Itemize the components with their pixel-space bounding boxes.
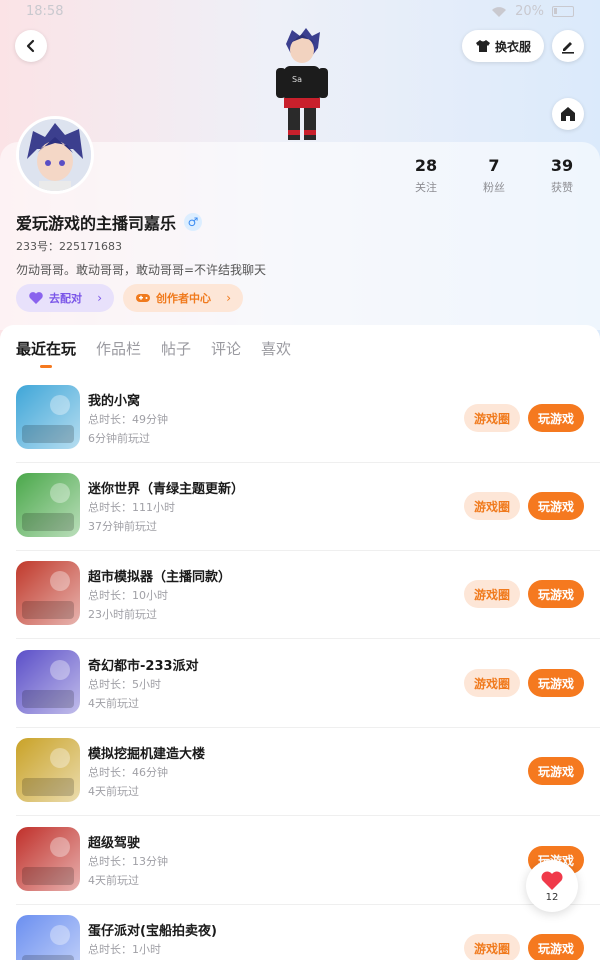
game-icon[interactable] <box>16 650 80 714</box>
play-game-button[interactable]: 玩游戏 <box>528 934 584 960</box>
game-duration: 总时长：5小时 <box>88 678 161 691</box>
battery-icon <box>552 6 574 17</box>
user-bio: 勿动哥哥。敢动哥哥，敢动哥哥=不许结我聊天 <box>16 263 267 277</box>
row-divider <box>16 815 600 816</box>
game-row[interactable]: 我的小窝总时长：49分钟 6分钟前玩过 游戏圈 玩游戏 <box>0 375 600 463</box>
status-right: 20% <box>491 4 574 19</box>
home-button[interactable] <box>552 98 584 130</box>
back-arrow-icon <box>26 39 35 53</box>
game-row[interactable]: 超市模拟器（主播同款） 总时长：10小时 23小时前玩过 游戏圈 玩游戏 <box>0 551 600 639</box>
game-row[interactable]: 超级驾驶总时长：13分钟4天前玩过玩游戏 <box>0 817 600 905</box>
username-text: 爱玩游戏的主播司嘉乐 <box>16 214 177 233</box>
row-divider <box>16 638 600 639</box>
tab-comments[interactable]: 评论 <box>211 338 241 359</box>
active-tab-indicator <box>40 365 52 368</box>
play-game-button[interactable]: 玩游戏 <box>528 492 584 520</box>
avatar-portrait-icon <box>19 119 91 191</box>
avatar-3d-figure[interactable]: Sa <box>262 26 342 144</box>
game-icon[interactable] <box>16 561 80 625</box>
stat-following[interactable]: 28 关注 <box>396 156 456 195</box>
play-game-button[interactable]: 玩游戏 <box>528 404 584 432</box>
game-title[interactable]: 模拟挖掘机建造大楼 <box>88 743 205 762</box>
male-gender-icon: ♂ <box>184 213 203 231</box>
game-icon[interactable] <box>16 473 80 537</box>
wifi-icon <box>492 6 507 17</box>
game-icon[interactable] <box>16 738 80 802</box>
chevron-right-icon: › <box>97 291 102 305</box>
game-icon[interactable] <box>16 827 80 891</box>
edit-profile-button[interactable] <box>552 30 584 62</box>
match-label: 去配对 <box>49 292 82 305</box>
shirt-icon <box>475 40 490 52</box>
game-last-played: 6分钟前玩过 <box>88 432 150 445</box>
like-count: 12 <box>545 891 559 903</box>
game-row[interactable]: 迷你世界（青绿主题更新） 总时长：111小时 37分钟前玩过 游戏圈 玩游戏 <box>0 463 600 551</box>
status-time: 18:58 <box>26 4 64 19</box>
game-title[interactable]: 超级驾驶 <box>88 832 140 851</box>
game-title[interactable]: 蛋仔派对(宝船拍卖夜) <box>88 920 217 939</box>
game-title[interactable]: 奇幻都市-233派对 <box>88 655 199 674</box>
stat-likes-label: 获赞 <box>551 181 573 194</box>
game-icon[interactable] <box>16 915 80 960</box>
status-bar: 18:58 20% <box>0 0 600 26</box>
back-button[interactable] <box>15 30 47 62</box>
tab-likes[interactable]: 喜欢 <box>261 338 291 359</box>
stat-likes[interactable]: 39 获赞 <box>532 156 592 195</box>
game-last-played: 37分钟前玩过 <box>88 520 157 533</box>
stat-following-value: 28 <box>414 156 438 175</box>
game-row[interactable]: 蛋仔派对(宝船拍卖夜) 总时长：1小时 游戏圈 玩游戏 <box>0 905 600 960</box>
game-icon[interactable] <box>16 385 80 449</box>
game-circle-button[interactable]: 游戏圈 <box>464 669 520 697</box>
creator-center-label: 创作者中心 <box>156 292 211 305</box>
tab-recently-played[interactable]: 最近在玩 <box>16 338 76 359</box>
game-last-played: 23小时前玩过 <box>88 608 157 621</box>
svg-text:Sa: Sa <box>292 75 302 84</box>
game-circle-button[interactable]: 游戏圈 <box>464 580 520 608</box>
game-title[interactable]: 迷你世界（青绿主题更新） <box>88 478 244 497</box>
chevron-right-icon: › <box>226 291 231 305</box>
game-duration: 总时长：46分钟 <box>88 766 168 779</box>
match-button[interactable]: 去配对 › <box>16 284 114 312</box>
gamepad-icon <box>136 294 150 302</box>
game-duration: 总时长：1小时 <box>88 943 161 956</box>
battery-percent: 20% <box>515 4 544 19</box>
floating-like-button[interactable]: 12 <box>526 860 578 912</box>
play-game-button[interactable]: 玩游戏 <box>528 757 584 785</box>
content-tabs: 最近在玩 作品栏 帖子 评论 喜欢 <box>0 325 600 375</box>
game-title[interactable]: 我的小窝 <box>88 390 140 409</box>
stat-following-label: 关注 <box>415 181 437 194</box>
username: 爱玩游戏的主播司嘉乐 ♂ <box>16 210 203 234</box>
creator-center-button[interactable]: 创作者中心 › <box>123 284 243 312</box>
game-duration: 总时长：111小时 <box>88 501 175 514</box>
change-outfit-label: 换衣服 <box>494 39 531 54</box>
game-duration: 总时长：13分钟 <box>88 855 168 868</box>
heart-icon <box>29 292 43 304</box>
game-row[interactable]: 奇幻都市-233派对总时长：5小时 4天前玩过 游戏圈 玩游戏 <box>0 640 600 728</box>
home-icon <box>561 107 575 121</box>
heart-icon <box>541 870 563 890</box>
game-circle-button[interactable]: 游戏圈 <box>464 492 520 520</box>
stat-fans-label: 粉丝 <box>483 181 505 194</box>
game-duration: 总时长：10小时 <box>88 589 168 602</box>
change-outfit-button[interactable]: 换衣服 <box>462 30 544 62</box>
game-last-played: 4天前玩过 <box>88 785 139 798</box>
stat-fans-value: 7 <box>488 156 500 175</box>
tab-works[interactable]: 作品栏 <box>96 338 141 359</box>
play-game-button[interactable]: 玩游戏 <box>528 669 584 697</box>
edit-pencil-icon <box>562 42 574 54</box>
tab-posts[interactable]: 帖子 <box>161 338 191 359</box>
game-last-played: 4天前玩过 <box>88 697 139 710</box>
game-row[interactable]: 模拟挖掘机建造大楼总时长：46分钟 4天前玩过 玩游戏 <box>0 728 600 816</box>
game-circle-button[interactable]: 游戏圈 <box>464 934 520 960</box>
character-figure-icon: Sa <box>276 28 328 140</box>
game-title[interactable]: 超市模拟器（主播同款） <box>88 566 231 585</box>
game-circle-button[interactable]: 游戏圈 <box>464 404 520 432</box>
user-id: 233号：225171683 <box>16 240 122 253</box>
stat-likes-value: 39 <box>550 156 574 175</box>
stat-fans[interactable]: 7 粉丝 <box>464 156 524 195</box>
play-game-button[interactable]: 玩游戏 <box>528 580 584 608</box>
game-last-played: 4天前玩过 <box>88 874 139 887</box>
avatar[interactable] <box>16 116 94 194</box>
game-duration: 总时长：49分钟 <box>88 413 168 426</box>
